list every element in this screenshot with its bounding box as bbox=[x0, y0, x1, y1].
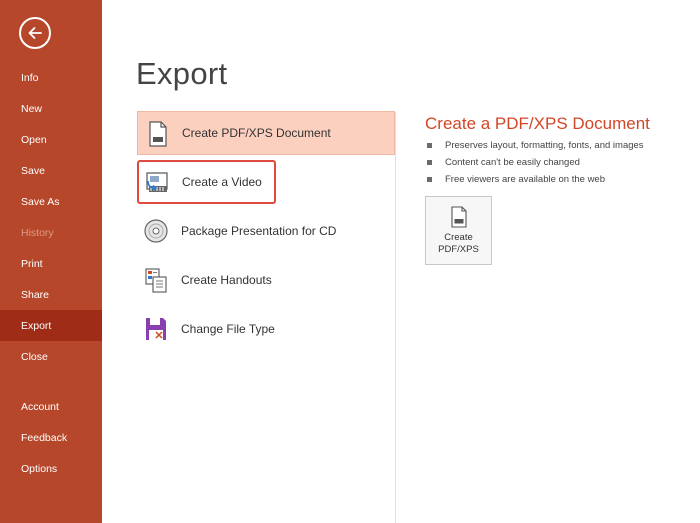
back-arrow-icon bbox=[28, 27, 42, 39]
nav-print[interactable]: Print bbox=[0, 248, 102, 279]
pdf-document-icon bbox=[450, 206, 467, 228]
nav-options[interactable]: Options bbox=[0, 453, 102, 484]
option-label: Create a Video bbox=[182, 175, 262, 189]
nav-save-as[interactable]: Save As bbox=[0, 186, 102, 217]
create-pdf-xps-button[interactable]: Create PDF/XPS bbox=[425, 196, 492, 265]
backstage-sidebar: Info New Open Save Save As History Print… bbox=[0, 0, 102, 523]
option-create-video[interactable]: Create a Video bbox=[137, 160, 276, 204]
detail-bullets: Preserves layout, formatting, fonts, and… bbox=[427, 137, 644, 188]
nav-share[interactable]: Share bbox=[0, 279, 102, 310]
back-button[interactable] bbox=[19, 17, 51, 49]
nav-feedback[interactable]: Feedback bbox=[0, 422, 102, 453]
option-label: Change File Type bbox=[181, 322, 275, 336]
pdf-document-icon bbox=[149, 121, 167, 147]
option-label: Create PDF/XPS Document bbox=[182, 126, 331, 140]
bullet-square-icon bbox=[427, 160, 432, 165]
option-create-handouts[interactable]: Create Handouts bbox=[137, 258, 395, 302]
nav-export[interactable]: Export bbox=[0, 310, 102, 341]
panel-divider bbox=[395, 112, 396, 523]
nav-info[interactable]: Info bbox=[0, 62, 102, 93]
bullet-square-icon bbox=[427, 177, 432, 182]
nav-close[interactable]: Close bbox=[0, 341, 102, 372]
cd-icon bbox=[144, 219, 168, 243]
option-create-pdf-xps[interactable]: Create PDF/XPS Document bbox=[137, 111, 395, 155]
option-label: Create Handouts bbox=[181, 273, 272, 287]
create-button-label: Create PDF/XPS bbox=[438, 232, 479, 255]
bullet-item: Preserves layout, formatting, fonts, and… bbox=[427, 137, 644, 154]
option-label: Package Presentation for CD bbox=[181, 224, 337, 238]
nav-new[interactable]: New bbox=[0, 93, 102, 124]
nav-account[interactable]: Account bbox=[0, 391, 102, 422]
option-change-file-type[interactable]: Change File Type bbox=[137, 307, 395, 351]
detail-title: Create a PDF/XPS Document bbox=[425, 114, 650, 133]
handouts-icon bbox=[145, 268, 167, 293]
nav-save[interactable]: Save bbox=[0, 155, 102, 186]
bullet-square-icon bbox=[427, 143, 432, 148]
video-icon bbox=[146, 172, 168, 192]
file-type-icon bbox=[146, 318, 166, 340]
bullet-item: Content can't be easily changed bbox=[427, 154, 644, 171]
page-title: Export bbox=[136, 56, 228, 91]
nav-open[interactable]: Open bbox=[0, 124, 102, 155]
bullet-item: Free viewers are available on the web bbox=[427, 171, 644, 188]
nav-history: History bbox=[21, 226, 54, 239]
option-package-cd[interactable]: Package Presentation for CD bbox=[137, 209, 395, 253]
